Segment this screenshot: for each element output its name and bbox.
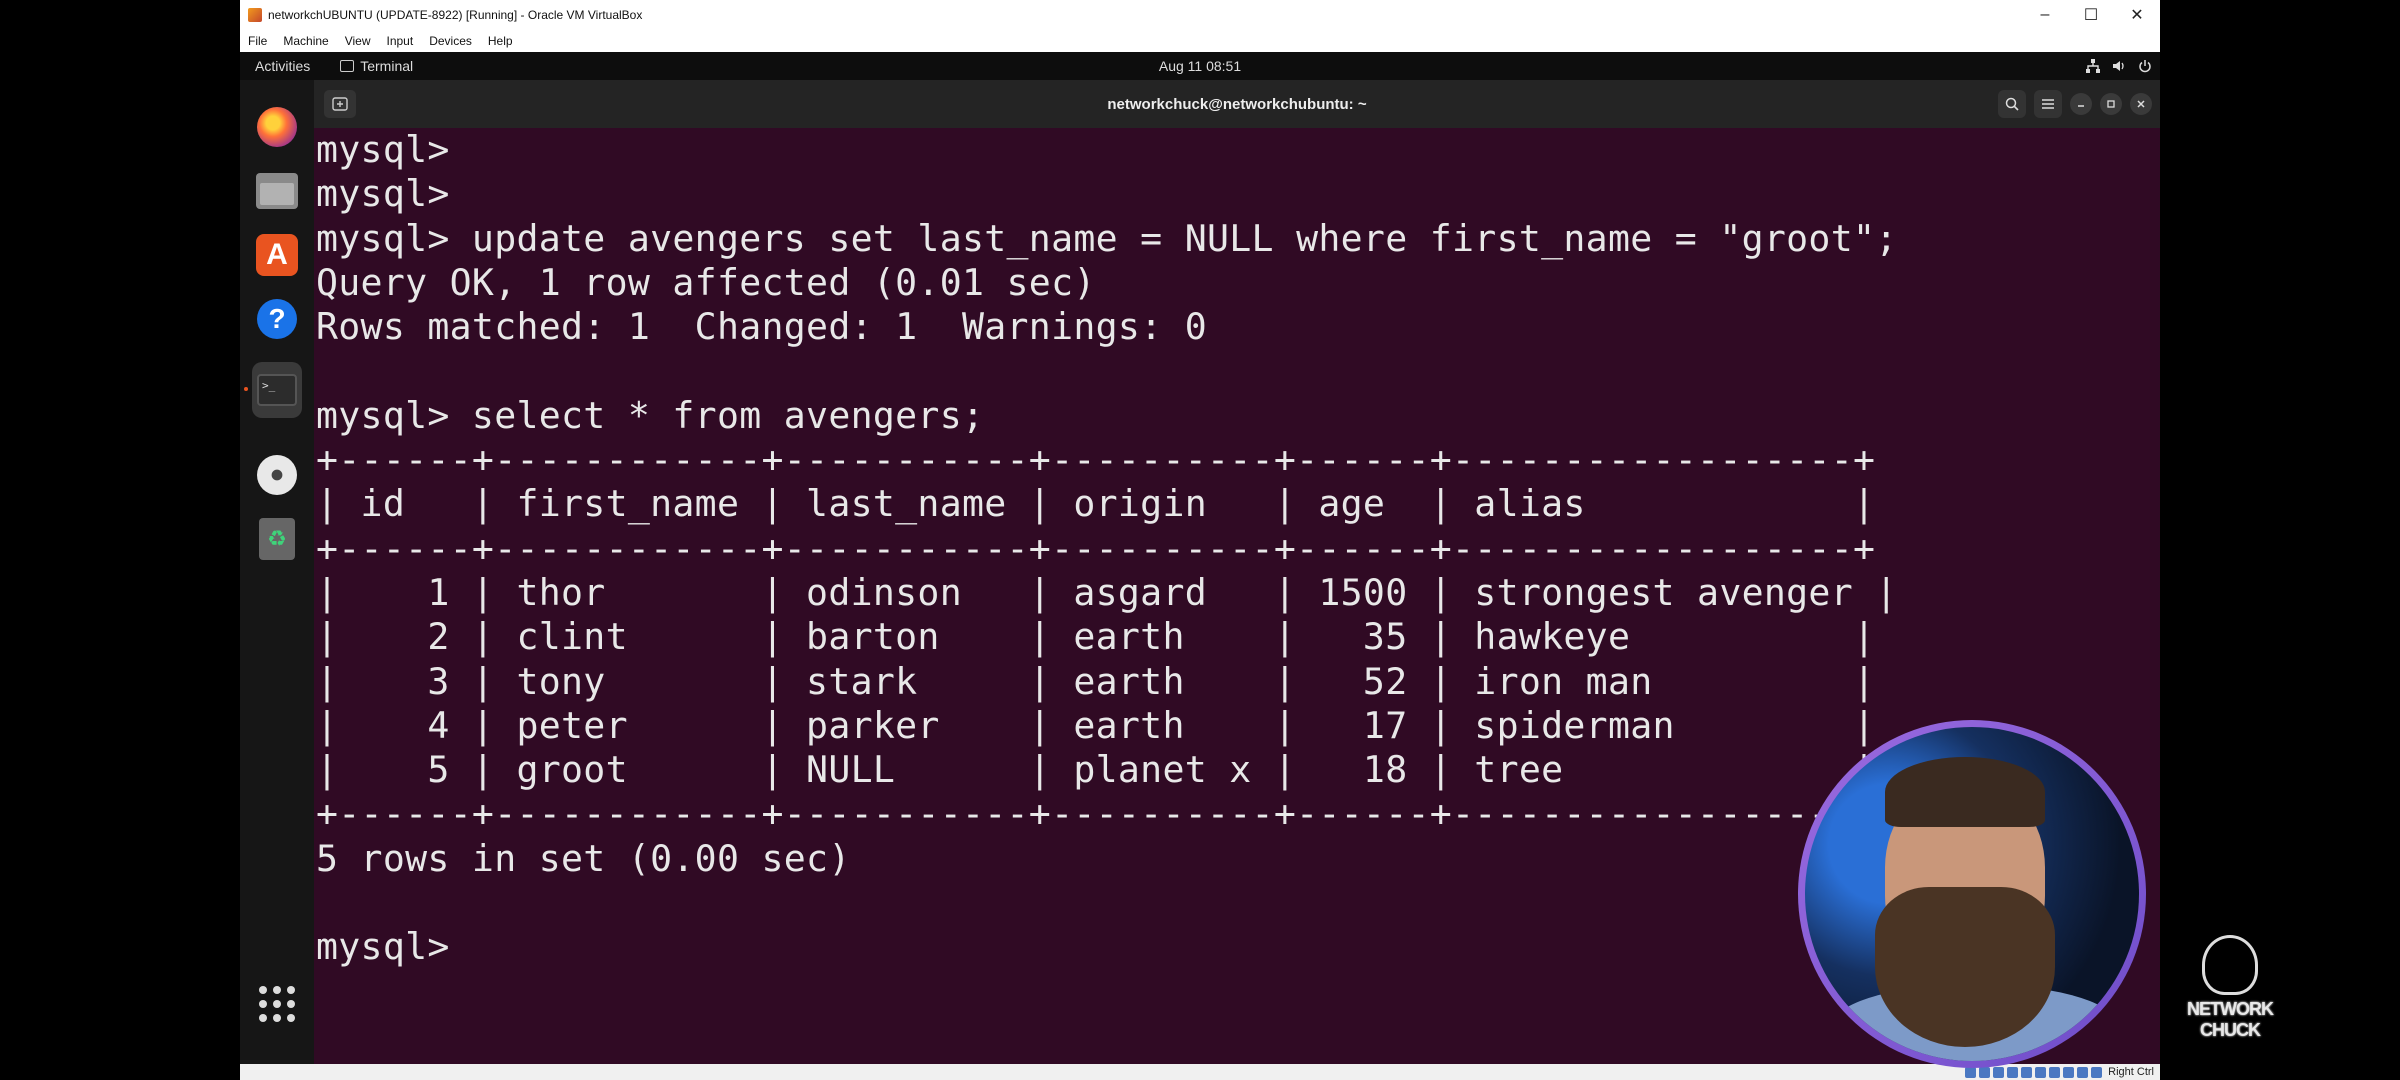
firefox-launcher[interactable] xyxy=(252,102,302,152)
help-launcher[interactable]: ? xyxy=(252,294,302,344)
trash-icon: ♻ xyxy=(259,518,295,560)
running-indicator xyxy=(244,387,248,391)
usb-icon xyxy=(2021,1066,2033,1078)
close-icon xyxy=(2137,100,2145,108)
app-menu[interactable]: Terminal xyxy=(340,58,413,74)
terminal-title: networkchuck@networkchubuntu: ~ xyxy=(1107,95,1367,113)
app-center-icon: A xyxy=(256,234,298,276)
optical-drive-icon xyxy=(1979,1066,1991,1078)
terminal-line: Query OK, 1 row affected (0.01 sec) xyxy=(316,260,1096,304)
vm-status-bar: Right Ctrl xyxy=(240,1064,2160,1080)
virtualbox-icon xyxy=(248,8,262,22)
terminal-line: mysql> xyxy=(316,172,450,216)
logo-line-1: NETWORK xyxy=(2187,999,2274,1019)
terminal-close-button[interactable] xyxy=(2130,93,2152,115)
firefox-icon xyxy=(257,107,297,147)
menu-input[interactable]: Input xyxy=(379,34,422,48)
logo-mascot-icon xyxy=(2202,935,2258,995)
disc-icon xyxy=(257,455,297,495)
hdd-icon xyxy=(1965,1066,1977,1078)
host-key-label: Right Ctrl xyxy=(2108,1066,2154,1078)
app-menu-label: Terminal xyxy=(360,58,414,74)
menu-file[interactable]: File xyxy=(240,34,275,48)
channel-logo: NETWORK CHUCK xyxy=(2180,935,2280,1055)
terminal-line: mysql> xyxy=(316,128,450,171)
audio-icon xyxy=(1993,1066,2005,1078)
host-window-title: networkchUBUNTU (UPDATE-8922) [Running] … xyxy=(268,8,643,22)
menu-devices[interactable]: Devices xyxy=(421,34,480,48)
terminal-line: | 2 | clint | barton | earth | 35 | hawk… xyxy=(316,615,1876,659)
menu-help[interactable]: Help xyxy=(480,34,521,48)
terminal-line: +------+------------+-----------+-------… xyxy=(316,792,1876,836)
terminal-line: | 1 | thor | odinson | asgard | 1500 | s… xyxy=(316,570,1898,614)
activities-button[interactable]: Activities xyxy=(255,58,310,74)
terminal-line: mysql> update avengers set last_name = N… xyxy=(316,216,1898,260)
host-title-bar[interactable]: networkchUBUNTU (UPDATE-8922) [Running] … xyxy=(240,0,2160,30)
restore-icon xyxy=(2107,100,2115,108)
terminal-line: 5 rows in set (0.00 sec) xyxy=(316,836,851,880)
terminal-icon: >_ xyxy=(257,374,297,406)
power-icon xyxy=(2138,59,2152,73)
app-center-launcher[interactable]: A xyxy=(252,230,302,280)
show-apps-button[interactable] xyxy=(252,979,302,1029)
ubuntu-dock: A ? >_ ♻ xyxy=(240,80,314,1064)
terminal-text: mysql> mysql> mysql> update avengers set l… xyxy=(316,128,1898,970)
trash-launcher[interactable]: ♻ xyxy=(252,514,302,564)
terminal-line: +------+------------+-----------+-------… xyxy=(316,438,1876,482)
terminal-line: mysql> xyxy=(316,925,450,969)
terminal-header-bar[interactable]: networkchuck@networkchubuntu: ~ xyxy=(314,80,2160,128)
close-button[interactable]: ✕ xyxy=(2114,0,2160,30)
display-icon xyxy=(2049,1066,2061,1078)
terminal-launcher[interactable]: >_ xyxy=(252,362,302,418)
volume-icon xyxy=(2112,59,2126,73)
gnome-top-bar: Activities Terminal Aug 11 08:51 xyxy=(240,52,2160,80)
help-icon: ? xyxy=(257,299,297,339)
network-icon xyxy=(2086,59,2100,73)
device-status-icons[interactable] xyxy=(1965,1066,2103,1078)
terminal-line: | id | first_name | last_name | origin |… xyxy=(316,482,1876,526)
menu-machine[interactable]: Machine xyxy=(275,34,336,48)
system-tray[interactable] xyxy=(2086,59,2152,73)
network-adapter-icon xyxy=(2007,1066,2019,1078)
terminal-restore-button[interactable] xyxy=(2100,93,2122,115)
webcam-overlay xyxy=(1798,720,2146,1068)
terminal-line: | 3 | tony | stark | earth | 52 | iron m… xyxy=(316,659,1876,703)
minimize-icon xyxy=(2078,105,2084,107)
terminal-line: | 5 | groot | NULL | planet x | 18 | tre… xyxy=(316,748,1876,792)
terminal-line: | 4 | peter | parker | earth | 17 | spid… xyxy=(316,703,1876,747)
recording-icon xyxy=(2063,1066,2075,1078)
terminal-line: mysql> select * from avengers; xyxy=(316,393,985,437)
search-button[interactable] xyxy=(1998,90,2026,118)
hamburger-menu-button[interactable] xyxy=(2034,90,2062,118)
files-icon xyxy=(256,173,298,209)
terminal-app-icon xyxy=(340,60,355,72)
shared-folder-icon xyxy=(2035,1066,2047,1078)
files-launcher[interactable] xyxy=(252,166,302,216)
cpu-icon xyxy=(2077,1066,2089,1078)
show-apps-icon xyxy=(259,986,295,1022)
logo-line-2: CHUCK xyxy=(2200,1020,2261,1040)
maximize-button[interactable]: ☐ xyxy=(2068,0,2114,30)
terminal-minimize-button[interactable] xyxy=(2070,93,2092,115)
disc-launcher[interactable] xyxy=(252,450,302,500)
mouse-integration-icon xyxy=(2091,1066,2103,1078)
menu-view[interactable]: View xyxy=(337,34,379,48)
minimize-button[interactable]: – xyxy=(2022,0,2068,30)
window-controls: – ☐ ✕ xyxy=(2022,0,2160,30)
presenter-video xyxy=(1805,727,2139,1061)
terminal-line: +------+------------+-----------+-------… xyxy=(316,526,1876,570)
search-icon xyxy=(2005,97,2019,111)
hamburger-icon xyxy=(2042,99,2054,109)
terminal-line: Rows matched: 1 Changed: 1 Warnings: 0 xyxy=(316,305,1207,349)
terminal-header-buttons xyxy=(1998,90,2152,118)
clock[interactable]: Aug 11 08:51 xyxy=(240,58,2160,74)
host-menu-bar: File Machine View Input Devices Help xyxy=(240,30,2160,52)
